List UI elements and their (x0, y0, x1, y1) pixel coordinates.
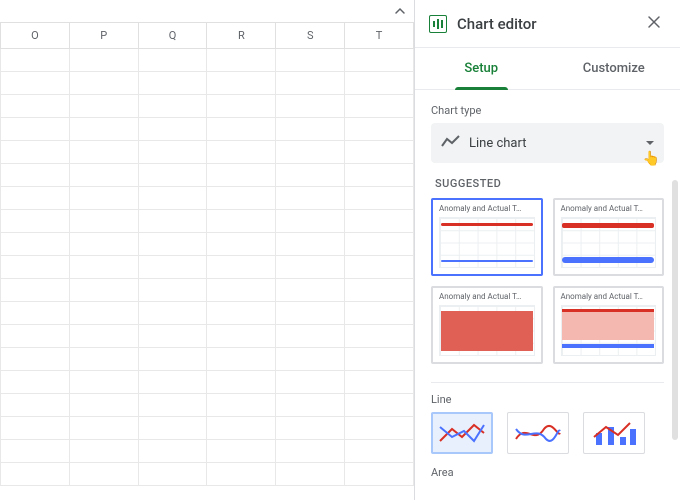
chart-type-dropdown[interactable]: Line chart 👆 (431, 123, 664, 163)
spreadsheet[interactable]: O P Q R S T (0, 0, 415, 500)
panel-title: Chart editor (457, 15, 642, 33)
suggested-grid: Anomaly and Actual T… Anomaly and Actual… (431, 198, 664, 364)
column-header[interactable]: S (276, 23, 345, 49)
card-title: Anomaly and Actual T… (559, 204, 659, 215)
suggested-label: SUGGESTED (435, 177, 664, 190)
panel-header: Chart editor (415, 0, 680, 48)
column-header-row: O P Q R S T (1, 23, 414, 49)
tab-customize[interactable]: Customize (548, 48, 680, 89)
chart-editor-panel: Chart editor Setup Customize Chart type … (415, 0, 680, 500)
card-title: Anomaly and Actual T… (437, 204, 537, 215)
chevron-down-icon (646, 141, 654, 145)
chart-type-value: Line chart (469, 136, 646, 151)
combo-chart-option[interactable] (583, 412, 645, 454)
column-header[interactable]: Q (138, 23, 207, 49)
close-icon[interactable] (642, 10, 666, 38)
suggested-chart-3[interactable]: Anomaly and Actual T… (431, 286, 543, 364)
line-section-label: Line (431, 393, 664, 406)
area-section-label: Area (431, 466, 664, 479)
column-header[interactable]: R (207, 23, 276, 49)
suggested-chart-4[interactable]: Anomaly and Actual T… (553, 286, 665, 364)
cursor-pointer-icon: 👆 (643, 151, 660, 167)
suggested-chart-2[interactable]: Anomaly and Actual T… (553, 198, 665, 276)
line-chart-icon (441, 134, 461, 152)
chart-type-label: Chart type (431, 104, 664, 117)
scrollbar[interactable] (672, 180, 678, 440)
card-title: Anomaly and Actual T… (437, 292, 537, 303)
column-header[interactable]: O (1, 23, 70, 49)
tab-setup[interactable]: Setup (415, 48, 548, 89)
column-header[interactable]: T (345, 23, 414, 49)
chevron-up-icon[interactable] (394, 5, 406, 17)
divider (431, 382, 664, 383)
panel-body: Chart type Line chart 👆 SUGGESTED Anomal… (415, 90, 680, 500)
suggested-chart-1[interactable]: Anomaly and Actual T… (431, 198, 543, 276)
card-title: Anomaly and Actual T… (559, 292, 659, 303)
column-header[interactable]: P (69, 23, 138, 49)
line-type-row (431, 412, 664, 454)
collapse-bar (0, 0, 414, 22)
smooth-line-chart-option[interactable] (507, 412, 569, 454)
line-chart-option[interactable] (431, 412, 493, 454)
grid[interactable]: O P Q R S T (0, 22, 414, 486)
chart-logo-icon (429, 15, 447, 33)
tabs: Setup Customize (415, 48, 680, 90)
